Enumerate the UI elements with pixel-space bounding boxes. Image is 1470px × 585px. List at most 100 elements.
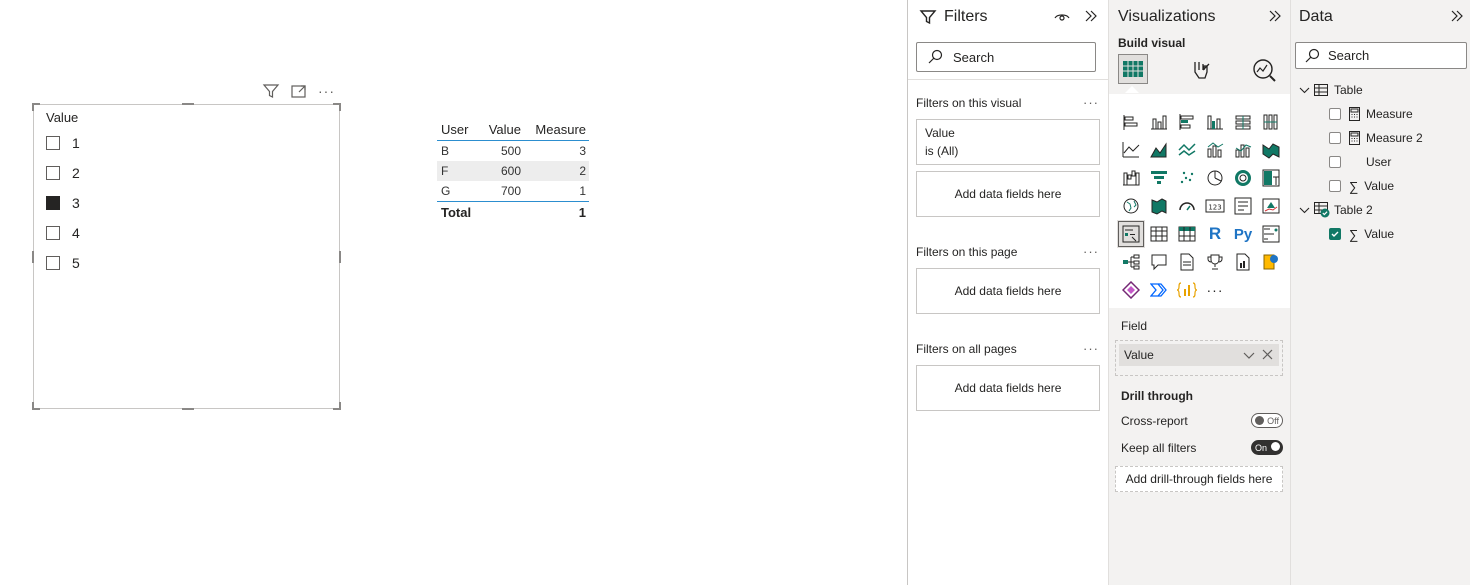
treemap-icon[interactable]: [1257, 164, 1285, 192]
filter-card-value[interactable]: Value is (All): [916, 119, 1100, 165]
report-canvas[interactable]: ··· Value 1 2 3 4 5 User Value Measure B…: [0, 0, 907, 585]
funnel-icon[interactable]: [1145, 164, 1173, 192]
smart-narrative-icon[interactable]: [1173, 248, 1201, 276]
field-row-measure-2[interactable]: Measure 2: [1329, 128, 1423, 148]
decomposition-tree-icon[interactable]: [1117, 248, 1145, 276]
more-visuals-icon[interactable]: ···: [1201, 276, 1229, 304]
qa-visual-icon[interactable]: [1145, 248, 1173, 276]
collapse-pane-icon[interactable]: [1450, 9, 1464, 23]
close-icon[interactable]: [1262, 349, 1273, 360]
resize-handle[interactable]: [182, 408, 194, 410]
filter-drop-zone-visual[interactable]: Add data fields here: [916, 171, 1100, 217]
clustered-bar-chart-icon[interactable]: [1173, 108, 1201, 136]
resize-handle[interactable]: [339, 103, 341, 111]
checkbox[interactable]: [46, 226, 60, 240]
cross-report-toggle[interactable]: Off: [1251, 413, 1283, 428]
field-row-measure[interactable]: Measure: [1329, 104, 1413, 124]
chevron-down-icon[interactable]: [1299, 205, 1310, 216]
multi-row-card-icon[interactable]: [1229, 192, 1257, 220]
custom-visual-icon[interactable]: [1173, 276, 1201, 304]
slicer-item[interactable]: 1: [46, 133, 80, 153]
checkbox-checked[interactable]: [46, 196, 60, 210]
column-header-value[interactable]: Value: [481, 122, 521, 137]
area-chart-icon[interactable]: [1145, 136, 1173, 164]
field-checkbox[interactable]: [1329, 108, 1341, 120]
resize-handle[interactable]: [32, 103, 34, 111]
checkbox[interactable]: [46, 136, 60, 150]
python-visual-icon[interactable]: Py: [1229, 220, 1257, 248]
slicer-item[interactable]: 5: [46, 253, 80, 273]
slicer-item[interactable]: 3: [46, 193, 80, 213]
analytics-icon[interactable]: [1251, 57, 1277, 83]
resize-handle[interactable]: [182, 103, 194, 105]
resize-handle[interactable]: [32, 402, 34, 410]
stacked-area-chart-icon[interactable]: [1173, 136, 1201, 164]
field-row-value-table-2[interactable]: ∑ Value: [1329, 224, 1394, 244]
drill-through-drop-zone[interactable]: Add drill-through fields here: [1115, 466, 1283, 492]
field-checkbox[interactable]: [1329, 156, 1341, 168]
ribbon-chart-icon[interactable]: [1257, 136, 1285, 164]
filter-drop-zone-page[interactable]: Add data fields here: [916, 268, 1100, 314]
table-node-table[interactable]: Table: [1299, 80, 1363, 100]
stacked-bar-chart-icon[interactable]: [1117, 108, 1145, 136]
r-script-visual-icon[interactable]: R: [1201, 220, 1229, 248]
filter-icon[interactable]: [262, 83, 280, 99]
data-search-input[interactable]: Search: [1295, 42, 1467, 69]
azure-map-icon[interactable]: [1257, 248, 1285, 276]
line-chart-icon[interactable]: [1117, 136, 1145, 164]
donut-chart-icon[interactable]: [1229, 164, 1257, 192]
field-checkbox-checked[interactable]: [1329, 228, 1341, 240]
format-visual-icon[interactable]: [1189, 58, 1213, 82]
table-row[interactable]: G 700 1: [437, 181, 589, 201]
map-icon[interactable]: [1117, 192, 1145, 220]
gauge-icon[interactable]: [1173, 192, 1201, 220]
card-icon[interactable]: 123: [1201, 192, 1229, 220]
table-row[interactable]: B 500 3: [437, 141, 589, 161]
chevron-down-icon[interactable]: [1243, 349, 1255, 361]
paginated-report-icon[interactable]: [1229, 248, 1257, 276]
field-row-value[interactable]: ∑ Value: [1329, 176, 1394, 196]
line-clustered-column-icon[interactable]: [1201, 136, 1229, 164]
kpi-icon[interactable]: [1257, 192, 1285, 220]
scatter-chart-icon[interactable]: [1173, 164, 1201, 192]
collapse-pane-icon[interactable]: [1084, 9, 1098, 23]
field-checkbox[interactable]: [1329, 180, 1341, 192]
field-checkbox[interactable]: [1329, 132, 1341, 144]
column-header-user[interactable]: User: [437, 122, 481, 137]
power-automate-icon[interactable]: [1145, 276, 1173, 304]
resize-handle[interactable]: [32, 251, 34, 263]
checkbox[interactable]: [46, 166, 60, 180]
line-stacked-column-icon[interactable]: [1229, 136, 1257, 164]
collapse-pane-icon[interactable]: [1268, 9, 1282, 23]
slicer-item[interactable]: 4: [46, 223, 80, 243]
key-influencers-icon[interactable]: [1257, 220, 1285, 248]
more-options-icon[interactable]: ···: [1083, 341, 1099, 356]
filled-map-icon[interactable]: [1145, 192, 1173, 220]
slicer-item[interactable]: 2: [46, 163, 80, 183]
build-visual-tab[interactable]: [1118, 54, 1148, 84]
keep-all-filters-toggle[interactable]: On: [1251, 440, 1283, 455]
waterfall-chart-icon[interactable]: [1117, 164, 1145, 192]
table-row[interactable]: F 600 2: [437, 161, 589, 181]
pie-chart-icon[interactable]: [1201, 164, 1229, 192]
power-apps-icon[interactable]: [1117, 276, 1145, 304]
focus-mode-icon[interactable]: [290, 83, 308, 99]
table-icon[interactable]: [1145, 220, 1173, 248]
filter-drop-zone-all-pages[interactable]: Add data fields here: [916, 365, 1100, 411]
clustered-column-chart-icon[interactable]: [1201, 108, 1229, 136]
column-header-measure[interactable]: Measure: [521, 122, 589, 137]
table-node-table-2[interactable]: Table 2: [1299, 200, 1373, 220]
more-options-icon[interactable]: ···: [1083, 244, 1099, 259]
resize-handle[interactable]: [339, 402, 341, 410]
field-pill-value[interactable]: Value: [1119, 344, 1279, 366]
slicer-icon[interactable]: [1117, 220, 1145, 248]
resize-handle[interactable]: [339, 251, 341, 263]
chevron-down-icon[interactable]: [1299, 85, 1310, 96]
100-stacked-bar-chart-icon[interactable]: [1229, 108, 1257, 136]
matrix-icon[interactable]: [1173, 220, 1201, 248]
field-row-user[interactable]: User: [1329, 152, 1391, 172]
value-slicer[interactable]: Value 1 2 3 4 5: [32, 103, 341, 410]
table-visual[interactable]: User Value Measure B 500 3 F 600 2 G 700…: [437, 118, 589, 222]
more-options-icon[interactable]: ···: [1083, 95, 1099, 110]
filters-search-input[interactable]: Search: [916, 42, 1096, 72]
